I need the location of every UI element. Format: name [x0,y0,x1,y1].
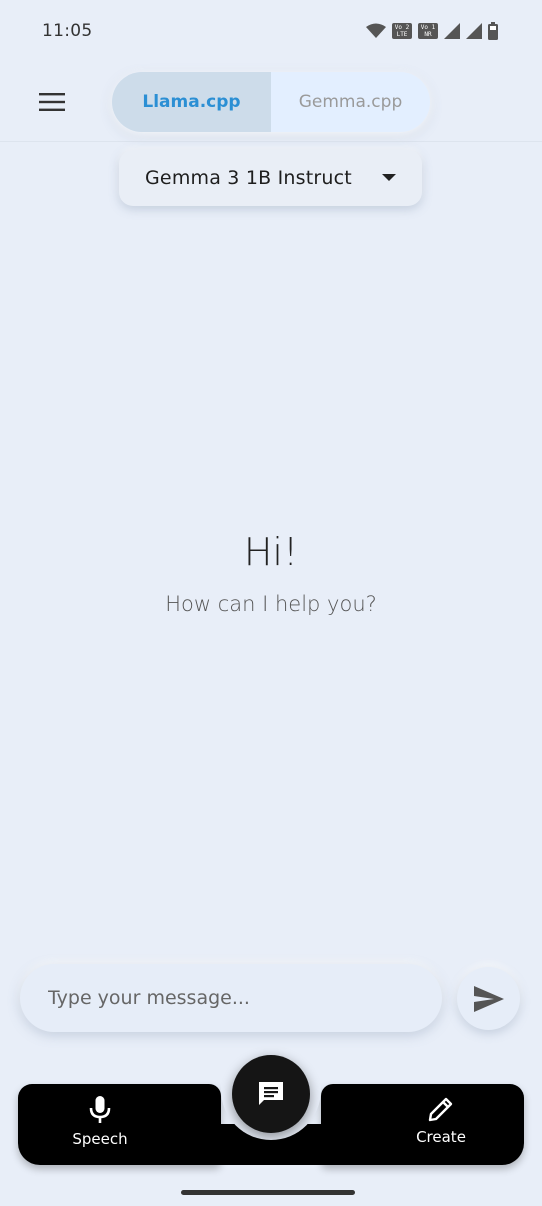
message-input[interactable] [20,964,442,1032]
volte-badge: Vo 2 LTE [392,23,412,39]
mic-icon [89,1096,111,1123]
nav-speech-button[interactable]: Speech [50,1096,150,1156]
status-time: 11:05 [42,21,93,41]
send-icon [473,985,504,1012]
greeting: Hi! How can I help you? [0,530,542,616]
home-indicator[interactable] [181,1190,355,1195]
vonr-badge: Vo 1 NR [418,23,438,39]
backend-switch: Llama.cpp Gemma.cpp [112,72,430,132]
nav-speech-label: Speech [72,1130,128,1148]
nav-create-button[interactable]: Create [391,1096,491,1156]
greeting-subtitle: How can I help you? [165,592,377,616]
status-icons: Vo 2 LTE Vo 1 NR [366,22,498,40]
menu-icon [39,93,65,111]
chat-icon [259,1082,283,1105]
tab-gemma-cpp[interactable]: Gemma.cpp [271,72,430,132]
dropdown-arrow-icon [382,174,396,181]
battery-icon [488,22,498,40]
app-bar: Llama.cpp Gemma.cpp [0,62,542,142]
menu-button[interactable] [32,84,72,120]
signal-icon [466,23,482,39]
model-dropdown-label: Gemma 3 1B Instruct [145,167,352,189]
signal-icon [444,23,460,39]
wifi-icon [366,23,386,38]
pencil-icon [428,1097,453,1122]
chat-fab[interactable] [232,1055,310,1133]
nav-create-label: Create [416,1128,466,1146]
model-dropdown[interactable]: Gemma 3 1B Instruct [119,150,422,206]
tab-llama-cpp[interactable]: Llama.cpp [112,72,271,132]
greeting-title: Hi! [243,530,299,574]
status-bar: 11:05 Vo 2 LTE Vo 1 NR [0,0,542,62]
send-button[interactable] [457,967,520,1030]
